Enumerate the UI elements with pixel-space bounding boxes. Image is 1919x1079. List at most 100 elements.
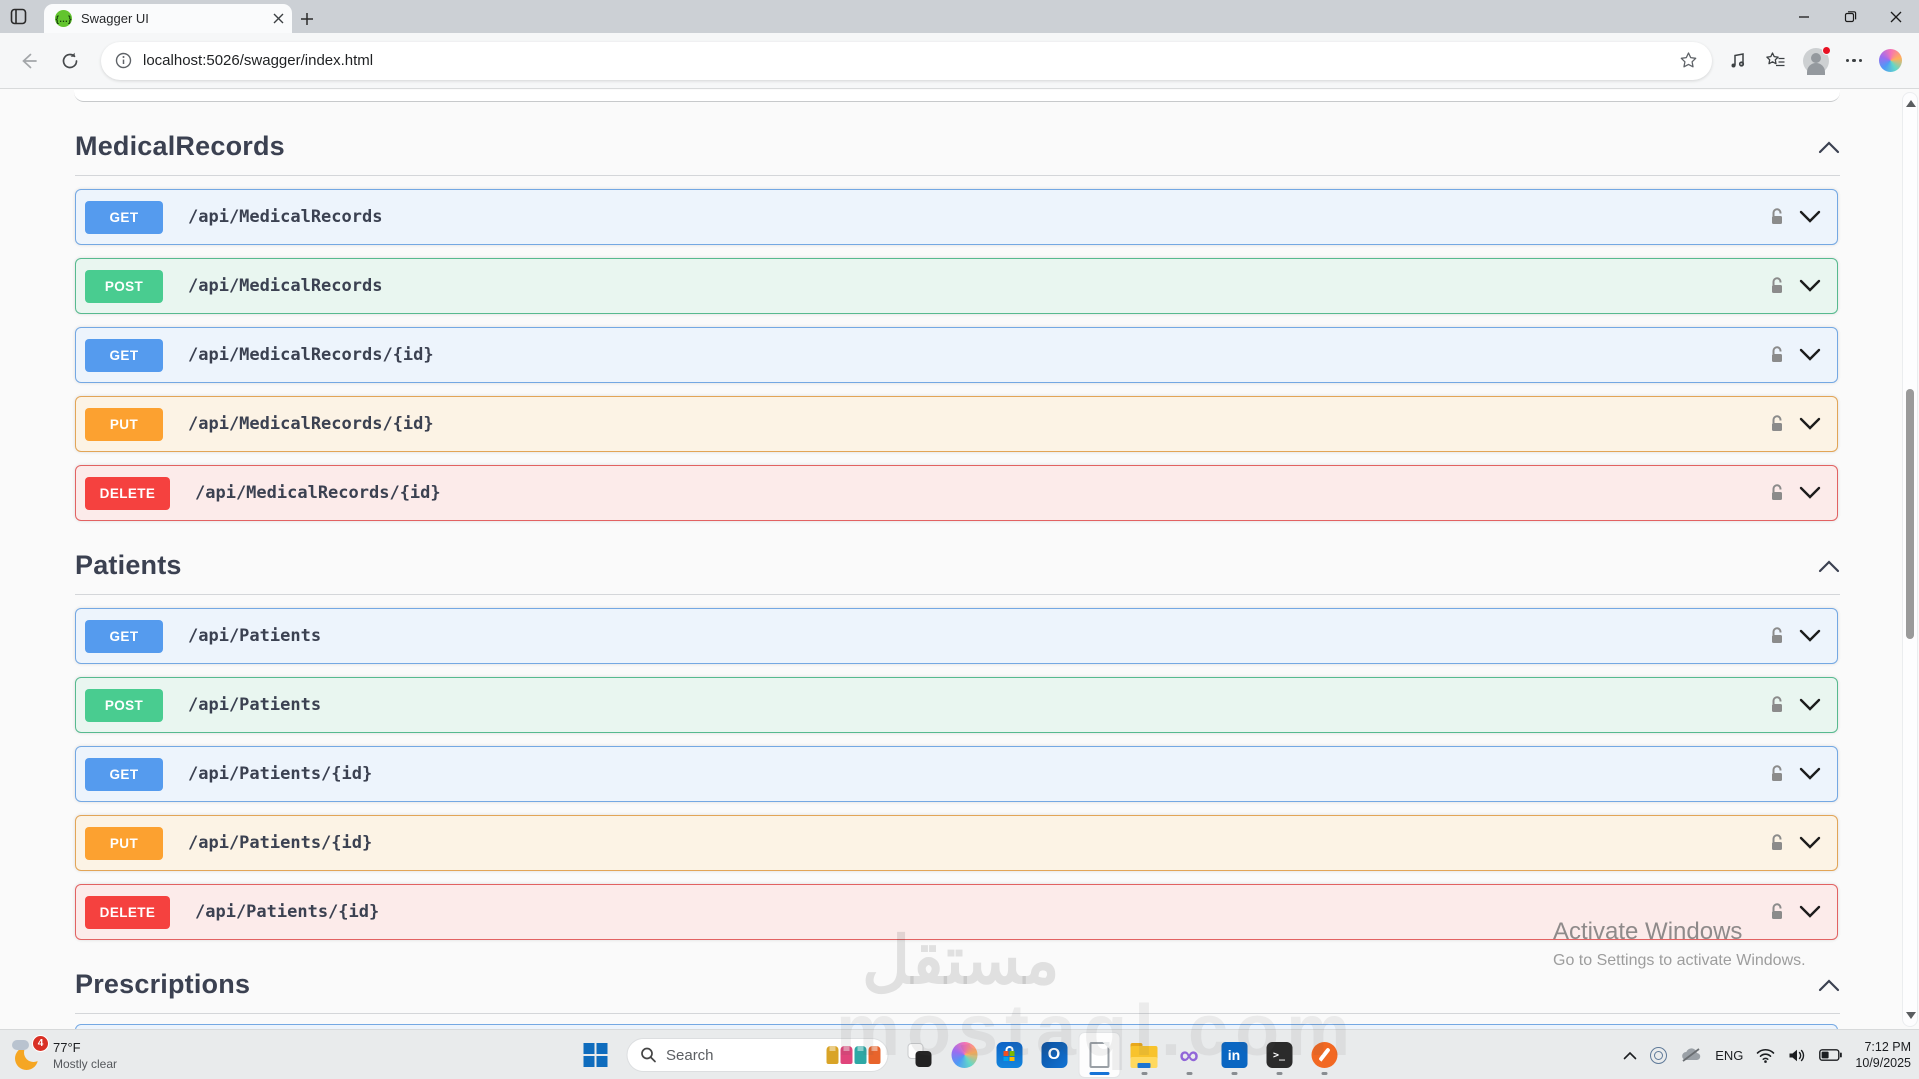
endpoint-path: /api/Patients — [188, 626, 322, 646]
visual-studio-button[interactable]: ∞ — [1169, 1033, 1209, 1077]
endpoint-row[interactable]: GET /api/Patients/{id} — [75, 746, 1838, 802]
expand-chevron-icon[interactable] — [1799, 210, 1821, 224]
auth-lock-icon[interactable] — [1767, 626, 1787, 646]
task-view-button[interactable] — [899, 1033, 939, 1077]
auth-lock-icon[interactable] — [1767, 414, 1787, 434]
url-text[interactable]: localhost:5026/swagger/index.html — [143, 52, 1668, 69]
auth-lock-icon[interactable] — [1767, 764, 1787, 784]
file-explorer-button[interactable] — [1124, 1033, 1164, 1077]
expand-chevron-icon[interactable] — [1799, 836, 1821, 850]
endpoint-row[interactable]: GET /api/MedicalRecords — [75, 189, 1838, 245]
collapse-chevron-icon[interactable] — [1818, 978, 1840, 992]
outlook-button[interactable]: O — [1034, 1033, 1074, 1077]
endpoint-row[interactable]: POST /api/MedicalRecords — [75, 258, 1838, 314]
endpoint-row[interactable]: DELETE /api/Patients/{id} — [75, 884, 1838, 940]
search-icon — [640, 1047, 656, 1063]
search-highlight-icon[interactable] — [826, 1046, 880, 1064]
copilot-icon[interactable] — [1879, 49, 1902, 72]
section-header-patients[interactable]: Patients — [75, 537, 1840, 595]
wifi-icon[interactable] — [1756, 1048, 1775, 1063]
swagger-favicon-icon: {…} — [55, 10, 72, 27]
browser-titlebar: {…} Swagger UI — [0, 0, 1919, 33]
endpoint-row[interactable]: DELETE /api/MedicalRecords/{id} — [75, 465, 1838, 521]
bookmark-star-icon[interactable] — [1679, 51, 1698, 70]
minimize-button[interactable] — [1781, 0, 1827, 33]
taskbar-search-input[interactable]: Search — [626, 1038, 888, 1072]
copilot-icon — [951, 1042, 977, 1068]
toolbar-right — [1728, 45, 1907, 75]
section-title: Prescriptions — [75, 969, 251, 999]
tray-overflow-chevron-icon[interactable] — [1623, 1051, 1637, 1060]
terminal-button[interactable]: >_ — [1259, 1033, 1299, 1077]
linkedin-button[interactable]: in — [1214, 1033, 1254, 1077]
postman-button[interactable] — [1304, 1033, 1344, 1077]
expand-chevron-icon[interactable] — [1799, 629, 1821, 643]
auth-lock-icon[interactable] — [1767, 276, 1787, 296]
tab-actions-icon[interactable] — [0, 0, 36, 33]
endpoint-path: /api/Patients/{id} — [195, 902, 380, 922]
task-view-icon — [907, 1043, 931, 1067]
expand-chevron-icon[interactable] — [1799, 417, 1821, 431]
weather-widget[interactable]: 4 77°F Mostly clear — [6, 1030, 123, 1079]
terminal-icon: >_ — [1266, 1042, 1292, 1068]
favorites-icon[interactable] — [1765, 51, 1786, 70]
collapse-chevron-icon[interactable] — [1818, 559, 1840, 573]
method-badge: PUT — [85, 407, 163, 441]
endpoint-row[interactable]: GET /api/Patients — [75, 608, 1838, 664]
expand-chevron-icon[interactable] — [1799, 348, 1821, 362]
browser-tab[interactable]: {…} Swagger UI — [44, 4, 292, 33]
tray-clock[interactable]: 7:12 PM 10/9/2025 — [1855, 1039, 1911, 1072]
copilot-button[interactable] — [944, 1033, 984, 1077]
expand-chevron-icon[interactable] — [1799, 279, 1821, 293]
expand-chevron-icon[interactable] — [1799, 698, 1821, 712]
expand-chevron-icon[interactable] — [1799, 486, 1821, 500]
expand-chevron-icon[interactable] — [1799, 905, 1821, 919]
new-tab-button[interactable] — [292, 4, 322, 33]
onedrive-paused-icon[interactable] — [1680, 1047, 1702, 1063]
scroll-up-icon[interactable] — [1906, 100, 1916, 107]
microsoft-store-button[interactable] — [989, 1033, 1029, 1077]
method-badge: GET — [85, 619, 163, 653]
screen: { "browser": { "tab_title": "Swagger UI"… — [0, 0, 1919, 1079]
profile-avatar[interactable] — [1802, 45, 1831, 75]
auth-lock-icon[interactable] — [1767, 902, 1787, 922]
battery-icon[interactable] — [1819, 1049, 1843, 1061]
language-indicator[interactable]: ENG — [1715, 1048, 1743, 1063]
settings-menu-icon[interactable] — [1845, 58, 1862, 63]
method-badge: GET — [85, 338, 163, 372]
method-badge: DELETE — [85, 895, 170, 929]
endpoint-row[interactable]: GET /api/MedicalRecords/{id} — [75, 327, 1838, 383]
outlook-icon: O — [1041, 1042, 1067, 1068]
endpoint-row[interactable]: PUT /api/Patients/{id} — [75, 815, 1838, 871]
auth-lock-icon[interactable] — [1767, 483, 1787, 503]
volume-icon[interactable] — [1788, 1048, 1806, 1063]
auth-lock-icon[interactable] — [1767, 695, 1787, 715]
endpoint-path: /api/MedicalRecords/{id} — [188, 345, 434, 365]
auth-lock-icon[interactable] — [1767, 833, 1787, 853]
close-button[interactable] — [1873, 0, 1919, 33]
expand-chevron-icon[interactable] — [1799, 767, 1821, 781]
linkedin-icon: in — [1221, 1042, 1247, 1068]
tray-ring-icon[interactable] — [1650, 1046, 1668, 1064]
auth-lock-icon[interactable] — [1767, 345, 1787, 365]
swagger-page: MedicalRecords GET /api/MedicalRecords P… — [0, 90, 1902, 1029]
scrollbar-thumb[interactable] — [1906, 389, 1914, 639]
restore-button[interactable] — [1827, 0, 1873, 33]
auth-lock-icon[interactable] — [1767, 207, 1787, 227]
endpoint-row[interactable]: POST /api/Patients — [75, 677, 1838, 733]
tab-close-icon[interactable] — [273, 13, 284, 24]
site-info-icon[interactable] — [115, 52, 132, 69]
start-button[interactable] — [575, 1033, 615, 1077]
visual-studio-icon: ∞ — [1179, 1039, 1199, 1070]
page-scrollbar[interactable] — [1902, 92, 1918, 1027]
section-header-prescriptions[interactable]: Prescriptions — [75, 956, 1840, 1014]
address-bar[interactable]: localhost:5026/swagger/index.html — [101, 41, 1712, 80]
scroll-down-icon[interactable] — [1906, 1012, 1916, 1019]
collapse-chevron-icon[interactable] — [1818, 140, 1840, 154]
refresh-icon[interactable] — [55, 46, 85, 76]
media-controls-icon[interactable] — [1728, 51, 1748, 71]
section-header-medicalrecords[interactable]: MedicalRecords — [75, 118, 1840, 176]
back-icon[interactable] — [13, 46, 43, 76]
endpoint-row[interactable]: PUT /api/MedicalRecords/{id} — [75, 396, 1838, 452]
document-app-button-active[interactable] — [1079, 1033, 1119, 1077]
